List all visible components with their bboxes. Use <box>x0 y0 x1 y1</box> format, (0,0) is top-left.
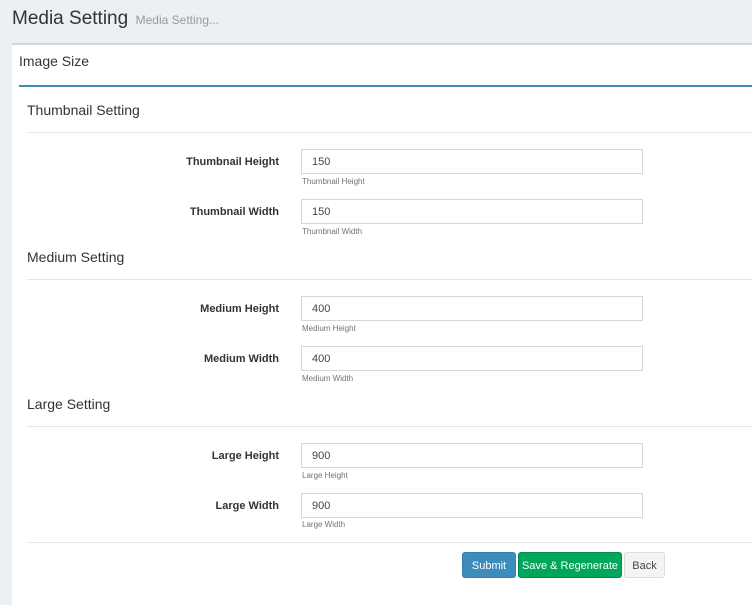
medium-height-label: Medium Height <box>200 303 279 315</box>
large-height-label: Large Height <box>211 450 279 462</box>
medium-width-input[interactable]: 400 <box>301 346 643 371</box>
page-title: Media Setting <box>12 8 129 29</box>
section-title-thumbnail: Thumbnail Setting <box>27 102 140 118</box>
back-button[interactable]: Back <box>624 552 665 578</box>
form-footer-divider <box>27 542 752 543</box>
medium-height-input[interactable]: 400 <box>301 296 643 321</box>
section-title-medium: Medium Setting <box>27 249 125 265</box>
thumbnail-height-help: Thumbnail Height <box>302 177 365 186</box>
divider <box>27 279 752 280</box>
submit-button[interactable]: Submit <box>462 552 516 578</box>
box-title: Image Size <box>19 53 90 69</box>
page-header: Media Setting Media Setting... <box>12 8 219 30</box>
large-height-input[interactable]: 900 <box>301 443 643 468</box>
divider <box>27 426 752 427</box>
thumbnail-height-input[interactable]: 150 <box>301 149 643 174</box>
page-subtitle: Media Setting... <box>135 13 220 27</box>
box-accent-line <box>19 85 752 87</box>
large-height-help: Large Height <box>302 471 348 480</box>
thumbnail-width-input[interactable]: 150 <box>301 199 643 224</box>
medium-width-help: Medium Width <box>302 374 354 383</box>
large-width-input[interactable]: 900 <box>301 493 643 518</box>
medium-width-label: Medium Width <box>203 353 279 365</box>
section-title-large: Large Setting <box>27 396 111 412</box>
save-regenerate-button[interactable]: Save & Regenerate <box>518 552 622 578</box>
thumbnail-width-help: Thumbnail Width <box>302 227 363 236</box>
thumbnail-height-label: Thumbnail Height <box>186 156 279 168</box>
image-size-box: Image Size Thumbnail Setting Thumbnail H… <box>12 43 752 605</box>
large-width-help: Large Width <box>302 520 346 529</box>
thumbnail-width-label: Thumbnail Width <box>189 206 279 218</box>
medium-height-help: Medium Height <box>302 324 356 333</box>
divider <box>27 132 752 133</box>
large-width-label: Large Width <box>215 500 279 512</box>
